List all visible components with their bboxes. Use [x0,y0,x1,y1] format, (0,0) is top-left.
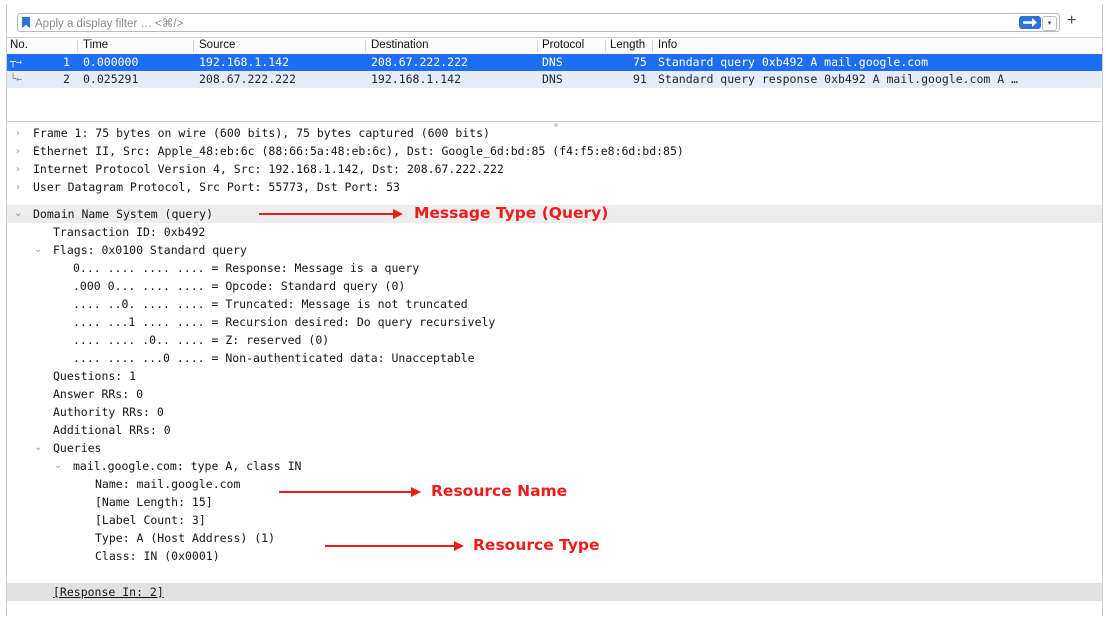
packet-no: 2 [63,72,70,86]
chevron-right-icon[interactable]: › [16,128,20,139]
request-arrow-icon: ┬→ [10,57,23,68]
tree-item-transaction-id[interactable]: Transaction ID: 0xb492 [53,223,205,241]
packet-list-header: No. Time Source Destination Protocol Len… [7,37,1102,55]
tree-item-queries[interactable]: Queries [53,439,101,457]
tree-item-udp[interactable]: User Datagram Protocol, Src Port: 55773,… [33,178,400,196]
tree-item-label-count[interactable]: [Label Count: 3] [95,511,206,529]
column-length[interactable]: Length [610,39,651,51]
flag-line[interactable]: .... ..0. .... .... = Truncated: Message… [73,295,468,313]
tree-item-authority-rrs[interactable]: Authority RRs: 0 [53,403,164,421]
annotation-arrow-line [325,545,455,547]
packet-length: 91 [633,72,647,86]
annotation-arrow-head [411,487,421,497]
response-in-link[interactable]: [Response In: 2] [53,583,164,601]
response-arrow-icon: └← [10,74,23,85]
flag-line[interactable]: .... .... ...0 .... = Non-authenticated … [73,349,475,367]
annotation-resource-type: Resource Type [473,536,600,554]
tree-item-name[interactable]: Name: mail.google.com [95,475,240,493]
annotation-arrow-line [279,491,412,493]
tree-item-ethernet[interactable]: Ethernet II, Src: Apple_48:eb:6c (88:66:… [33,142,684,160]
tree-item-answer-rrs[interactable]: Answer RRs: 0 [53,385,143,403]
flag-line[interactable]: .... .... .0.. .... = Z: reserved (0) [73,331,329,349]
chevron-right-icon[interactable]: › [16,164,20,175]
column-info[interactable]: Info [658,39,677,51]
packet-protocol: DNS [542,55,563,69]
chevron-down-icon[interactable]: ⌄ [34,442,42,453]
filter-dropdown-button[interactable]: ▾ [1042,16,1057,31]
wireshark-window: Apply a display filter … <⌘/> ▾ + No. Ti… [6,4,1103,616]
display-filter-input[interactable]: Apply a display filter … <⌘/> ▾ [17,13,1060,32]
tree-item-type[interactable]: Type: A (Host Address) (1) [95,529,275,547]
packet-protocol: DNS [542,72,563,86]
chevron-down-icon[interactable]: ⌄ [34,244,42,255]
tree-item-questions[interactable]: Questions: 1 [53,367,136,385]
chevron-right-icon[interactable]: › [16,182,20,193]
tree-item-frame[interactable]: Frame 1: 75 bytes on wire (600 bits), 75… [33,124,490,142]
packet-time: 0.025291 [83,72,139,86]
annotation-arrow-line [259,213,394,215]
tree-item-query-entry[interactable]: mail.google.com: type A, class IN [73,457,301,475]
annotation-arrow-head [454,541,464,551]
packet-source: 192.168.1.142 [199,55,290,69]
tree-item-flags[interactable]: Flags: 0x0100 Standard query [53,241,247,259]
packet-destination: 192.168.1.142 [371,72,462,86]
filter-toolbar: Apply a display filter … <⌘/> ▾ + [7,11,1102,34]
add-filter-button[interactable]: + [1067,12,1076,30]
tree-item-dns[interactable]: Domain Name System (query) [33,205,213,223]
column-destination[interactable]: Destination [371,39,429,51]
packet-list: No. Time Source Destination Protocol Len… [7,37,1102,122]
flag-line[interactable]: 0... .... .... .... = Response: Message … [73,259,419,277]
annotation-resource-name: Resource Name [431,482,568,500]
packet-source: 208.67.222.222 [199,72,296,86]
selected-tree-row-highlight [7,583,1102,601]
packet-info: Standard query response 0xb492 A mail.go… [658,72,1019,86]
tree-item-name-length[interactable]: [Name Length: 15] [95,493,213,511]
packet-row[interactable]: ┬→ 1 0.000000 192.168.1.142 208.67.222.2… [7,54,1102,71]
packet-time: 0.000000 [83,55,139,69]
packet-no: 1 [63,55,70,69]
packet-info: Standard query 0xb492 A mail.google.com [658,55,929,69]
packet-length: 75 [633,55,647,69]
chevron-right-icon[interactable]: › [16,146,20,157]
bookmark-icon[interactable] [22,17,30,28]
packet-details-tree: › Frame 1: 75 bytes on wire (600 bits), … [7,124,1102,616]
apply-filter-button[interactable] [1019,16,1041,29]
tree-item-class[interactable]: Class: IN (0x0001) [95,547,220,565]
filter-placeholder: Apply a display filter … <⌘/> [35,18,184,30]
annotation-message-type: Message Type (Query) [414,204,609,222]
flag-line[interactable]: .000 0... .... .... = Opcode: Standard q… [73,277,405,295]
arrow-right-icon [1023,18,1037,27]
column-source[interactable]: Source [199,39,235,51]
flag-line[interactable]: .... ...1 .... .... = Recursion desired:… [73,313,495,331]
packet-row[interactable]: └← 2 0.025291 208.67.222.222 192.168.1.1… [7,71,1102,88]
packet-destination: 208.67.222.222 [371,55,468,69]
tree-item-ip[interactable]: Internet Protocol Version 4, Src: 192.16… [33,160,504,178]
tree-item-additional-rrs[interactable]: Additional RRs: 0 [53,421,171,439]
column-protocol[interactable]: Protocol [542,39,584,51]
column-no[interactable]: No. [10,39,28,51]
column-time[interactable]: Time [83,39,108,51]
chevron-down-icon[interactable]: ⌄ [14,208,22,219]
annotation-arrow-head [393,209,403,219]
chevron-down-icon[interactable]: ⌄ [54,460,62,471]
